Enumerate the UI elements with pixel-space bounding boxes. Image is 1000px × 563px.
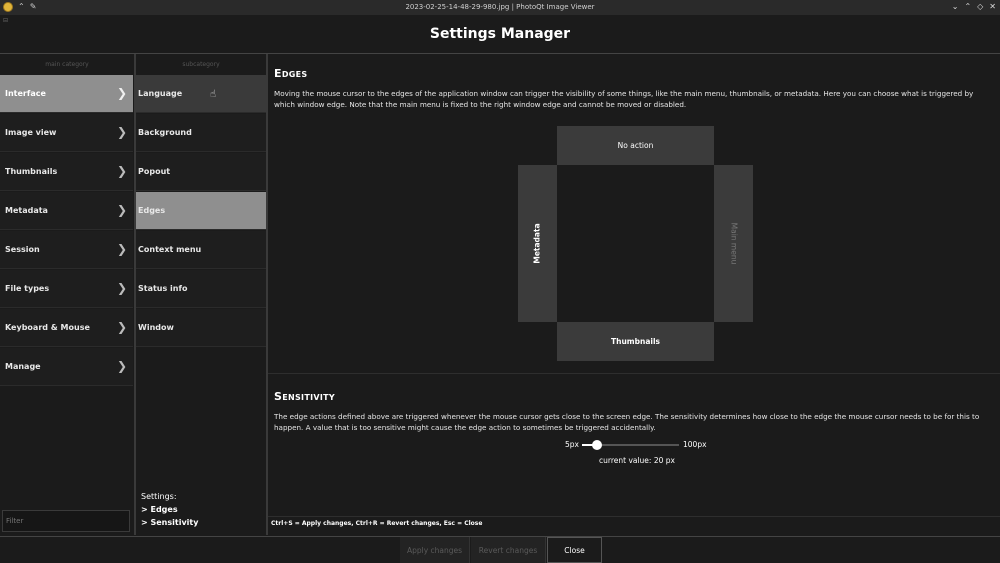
main-category-label: File types [5,284,50,293]
main-category-label: Keyboard & Mouse [5,323,90,332]
edges-section-description: Moving the mouse cursor to the edges of … [274,89,974,109]
close-window-icon[interactable]: ✕ [989,2,996,11]
subcategory-edges[interactable]: Edges [136,192,266,230]
main-category-session[interactable]: Session ❯ [0,231,133,269]
main-category-file-types[interactable]: File types ❯ [0,270,133,308]
main-category-label: Metadata [5,206,48,215]
filter-input[interactable] [2,510,130,532]
settings-outline: Settings: > Edges > Sensitivity [141,490,198,529]
main-category-label: Image view [5,128,57,137]
edge-left-selector[interactable]: Metadata [518,165,557,322]
window-title: 2023-02-25-14-48-29-980.jpg | PhotoQt Im… [405,3,595,11]
main-category-metadata[interactable]: Metadata ❯ [0,192,133,230]
main-category-column: main category Interface ❯ Image view ❯ Thumb… [0,54,134,535]
page-title: Settings Manager [429,26,571,42]
edge-top-label: No action [617,141,654,150]
subcategory-label: Context menu [138,245,202,254]
subcategory-label: Window [138,323,174,332]
slider-handle[interactable] [592,440,603,450]
titlebar-right-controls: ⌄ ⌃ ◇ ✕ [952,2,996,11]
keep-on-top-icon[interactable]: ◇ [977,2,983,11]
shortcuts-divider [268,516,1000,517]
main-category-label: Thumbnails [5,167,58,176]
subcategory-label: Background [138,128,192,137]
settings-outline-item[interactable]: > Edges [141,503,198,516]
subcategory-window[interactable]: Window [136,309,266,347]
chevron-right-icon: ❯ [116,125,127,139]
subcategory-context-menu[interactable]: Context menu [136,231,266,269]
edges-section-title: Edges [274,67,308,80]
edge-bottom-selector[interactable]: Thumbnails [557,322,714,361]
subcategory-label: Edges [138,206,166,215]
keyboard-shortcuts-hint: Ctrl+S = Apply changes, Ctrl+R = Revert … [271,520,483,527]
window-titlebar: ⌃ ✎ 2023-02-25-14-48-29-980.jpg | PhotoQ… [0,0,1000,15]
sensitivity-section-description: The edge actions defined above are trigg… [274,412,980,432]
maximize-icon[interactable]: ⌃ [964,2,971,11]
main-category-keyboard-and-mouse[interactable]: Keyboard & Mouse ❯ [0,309,133,347]
subcategory-label: Popout [138,167,171,176]
sensitivity-section-title: Sensitivity [274,390,335,403]
main-category-label: Manage [5,362,41,371]
chevron-right-icon: ❯ [116,281,127,295]
chevron-right-icon: ❯ [116,86,127,100]
subcategory-background[interactable]: Background [136,114,266,152]
main-category-label: Session [5,245,40,254]
subcategory-heading: subcategory [182,61,220,68]
subcategory-popout[interactable]: Popout [136,153,266,191]
edge-right-label: Main menu [729,222,738,265]
slider-max-label: 100px [683,440,707,449]
main-category-manage[interactable]: Manage ❯ [0,348,133,386]
chevron-right-icon: ❯ [116,359,127,373]
chevron-right-icon: ❯ [116,164,127,178]
subcategory-status-info[interactable]: Status info [136,270,266,308]
chevron-right-icon: ❯ [116,320,127,334]
subcategory-list: Language ☝ Background Popout Edges Context me… [136,75,266,347]
chevron-right-icon: ❯ [116,203,127,217]
slider-min-label: 5px [565,440,579,449]
slider-current-value: current value: 20 px [599,456,675,465]
settings-outline-heading: Settings: [141,492,177,501]
main-category-heading: main category [45,61,89,68]
settings-content: Edges Moving the mouse cursor to the edg… [268,54,1000,535]
main-category-list: Interface ❯ Image view ❯ Thumbnails ❯ Metadata… [0,75,134,386]
close-button[interactable]: Close [547,537,602,563]
edge-bottom-label: Thumbnails [611,337,660,346]
page-header: Settings Manager [0,15,1000,53]
main-category-label: Interface [5,89,46,98]
subcategory-label: Language [138,89,183,98]
subcategory-language[interactable]: Language ☝ [136,75,266,113]
apply-changes-button[interactable]: Apply changes [400,537,470,563]
edge-left-label: Metadata [533,223,542,264]
revert-changes-button[interactable]: Revert changes [471,537,546,563]
main-category-thumbnails[interactable]: Thumbnails ❯ [0,153,133,191]
main-category-interface[interactable]: Interface ❯ [0,75,133,113]
main-category-image-view[interactable]: Image view ❯ [0,114,133,152]
subcategory-label: Status info [138,284,188,293]
sensitivity-slider[interactable] [582,440,679,450]
subcategory-column: subcategory Language ☝ Background Popout Edg… [136,54,266,535]
hand-cursor-icon: ☝ [210,89,217,100]
chevron-right-icon: ❯ [116,242,127,256]
settings-outline-item[interactable]: > Sensitivity [141,516,198,529]
section-divider [268,373,1000,374]
edge-top-selector[interactable]: No action [557,126,714,165]
edge-right-selector: Main menu [714,165,753,322]
minimize-icon[interactable]: ⌄ [952,2,959,11]
